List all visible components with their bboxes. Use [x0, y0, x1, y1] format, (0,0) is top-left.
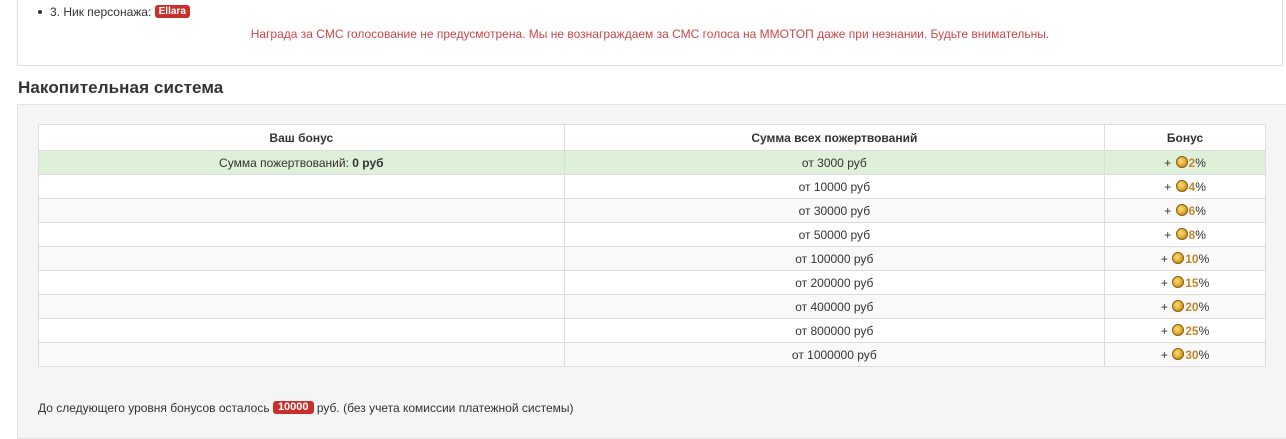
gold-coin-icon: [1172, 300, 1185, 313]
table-row: от 100000 руб + 10%: [38, 246, 1266, 271]
bonus-percent-cell: + 20%: [1104, 294, 1266, 319]
donation-threshold-cell: от 1000000 руб: [563, 342, 1106, 367]
header-bonus: Бонус: [1104, 124, 1266, 151]
accumulative-panel: Ваш бонус Сумма всех пожертвований Бонус…: [17, 104, 1286, 439]
percent-sign: %: [1198, 275, 1210, 290]
your-bonus-cell: [38, 270, 565, 295]
your-bonus-cell: Сумма пожертвований: 0 руб: [38, 150, 565, 175]
remaining-amount-badge: 10000: [272, 401, 314, 415]
donation-sum-label: Сумма пожертвований:: [219, 155, 349, 170]
donation-threshold-cell: от 10000 руб: [563, 174, 1106, 199]
gold-coin-icon: [1172, 324, 1185, 337]
table-row: от 50000 руб + 8%: [38, 222, 1266, 247]
plus-sign: +: [1160, 275, 1168, 290]
nick-label: 3. Ник персонажа:: [50, 5, 152, 19]
bullet-icon: [38, 9, 42, 14]
next-level-prefix: До следующего уровня бонусов осталось: [38, 401, 270, 415]
bonus-percent-value: 15: [1185, 275, 1199, 290]
table-row: от 800000 руб + 25%: [38, 318, 1266, 343]
donation-threshold-cell: от 3000 руб: [563, 150, 1106, 175]
next-level-note: До следующего уровня бонусов осталось 10…: [38, 401, 574, 415]
gold-coin-icon: [1172, 276, 1185, 289]
plus-sign: +: [1160, 323, 1168, 338]
table-header-row: Ваш бонус Сумма всех пожертвований Бонус: [38, 124, 1266, 151]
table-row: от 1000000 руб + 30%: [38, 342, 1266, 367]
section-title: Накопительная система: [18, 78, 224, 97]
percent-sign: %: [1195, 179, 1206, 194]
gold-coin-icon: [1172, 348, 1185, 361]
percent-sign: %: [1195, 155, 1206, 170]
gold-coin-icon: [1175, 156, 1188, 169]
table-row: от 10000 руб + 4%: [38, 174, 1266, 199]
table-row: от 30000 руб + 6%: [38, 198, 1266, 223]
table-row: от 200000 руб + 15%: [38, 270, 1266, 295]
header-your-bonus: Ваш бонус: [38, 124, 565, 151]
bonus-percent-value: 10: [1185, 251, 1199, 266]
bonus-percent-value: 20: [1185, 299, 1199, 314]
bonus-percent-cell: + 2%: [1104, 150, 1266, 175]
plus-sign: +: [1160, 299, 1168, 314]
bonus-percent-cell: + 25%: [1104, 318, 1266, 343]
donation-threshold-cell: от 100000 руб: [563, 246, 1106, 271]
nick-item: 3. Ник персонажа: Ellara: [38, 3, 190, 21]
percent-sign: %: [1195, 227, 1206, 242]
gold-coin-icon: [1175, 204, 1188, 217]
donation-threshold-cell: от 30000 руб: [563, 198, 1106, 223]
gold-coin-icon: [1175, 228, 1188, 241]
bonus-percent-cell: + 15%: [1104, 270, 1266, 295]
bonus-percent-cell: + 30%: [1104, 342, 1266, 367]
plus-sign: +: [1164, 155, 1172, 170]
your-bonus-cell: [38, 198, 565, 223]
gold-coin-icon: [1175, 180, 1188, 193]
your-bonus-cell: [38, 342, 565, 367]
donation-threshold-cell: от 50000 руб: [563, 222, 1106, 247]
bonus-percent-cell: + 10%: [1104, 246, 1266, 271]
bonus-percent-cell: + 8%: [1104, 222, 1266, 247]
plus-sign: +: [1164, 179, 1172, 194]
header-donation-sum: Сумма всех пожертвований: [563, 124, 1106, 151]
table-row: Сумма пожертвований: 0 руб от 3000 руб + 2…: [38, 150, 1266, 175]
top-panel: 3. Ник персонажа: Ellara Награда за СМС …: [17, 0, 1283, 66]
bonus-table: Ваш бонус Сумма всех пожертвований Бонус…: [38, 124, 1266, 367]
bonus-table-body: Сумма пожертвований: 0 руб от 3000 руб + 2…: [38, 150, 1266, 367]
your-bonus-cell: [38, 318, 565, 343]
bonus-percent-value: 30: [1185, 347, 1199, 362]
percent-sign: %: [1198, 323, 1210, 338]
donation-sum-value: 0 руб: [352, 155, 384, 170]
percent-sign: %: [1198, 251, 1210, 266]
plus-sign: +: [1164, 227, 1172, 242]
donation-threshold-cell: от 200000 руб: [563, 270, 1106, 295]
table-row: от 400000 руб + 20%: [38, 294, 1266, 319]
percent-sign: %: [1198, 347, 1210, 362]
plus-sign: +: [1160, 251, 1168, 266]
next-level-suffix: руб. (без учета комиссии платежной систе…: [316, 401, 574, 415]
donation-threshold-cell: от 400000 руб: [563, 294, 1106, 319]
percent-sign: %: [1195, 203, 1206, 218]
percent-sign: %: [1198, 299, 1210, 314]
plus-sign: +: [1160, 347, 1168, 362]
donation-threshold-cell: от 800000 руб: [563, 318, 1106, 343]
gold-coin-icon: [1172, 252, 1185, 265]
bonus-percent-cell: + 4%: [1104, 174, 1266, 199]
your-bonus-cell: [38, 246, 565, 271]
plus-sign: +: [1164, 203, 1172, 218]
your-bonus-cell: [38, 294, 565, 319]
nick-badge: Ellara: [154, 5, 190, 19]
bonus-percent-value: 25: [1185, 323, 1199, 338]
sms-warning: Награда за СМС голосование не предусмотр…: [250, 27, 1050, 41]
your-bonus-cell: [38, 222, 565, 247]
your-bonus-cell: [38, 174, 565, 199]
bonus-percent-cell: + 6%: [1104, 198, 1266, 223]
